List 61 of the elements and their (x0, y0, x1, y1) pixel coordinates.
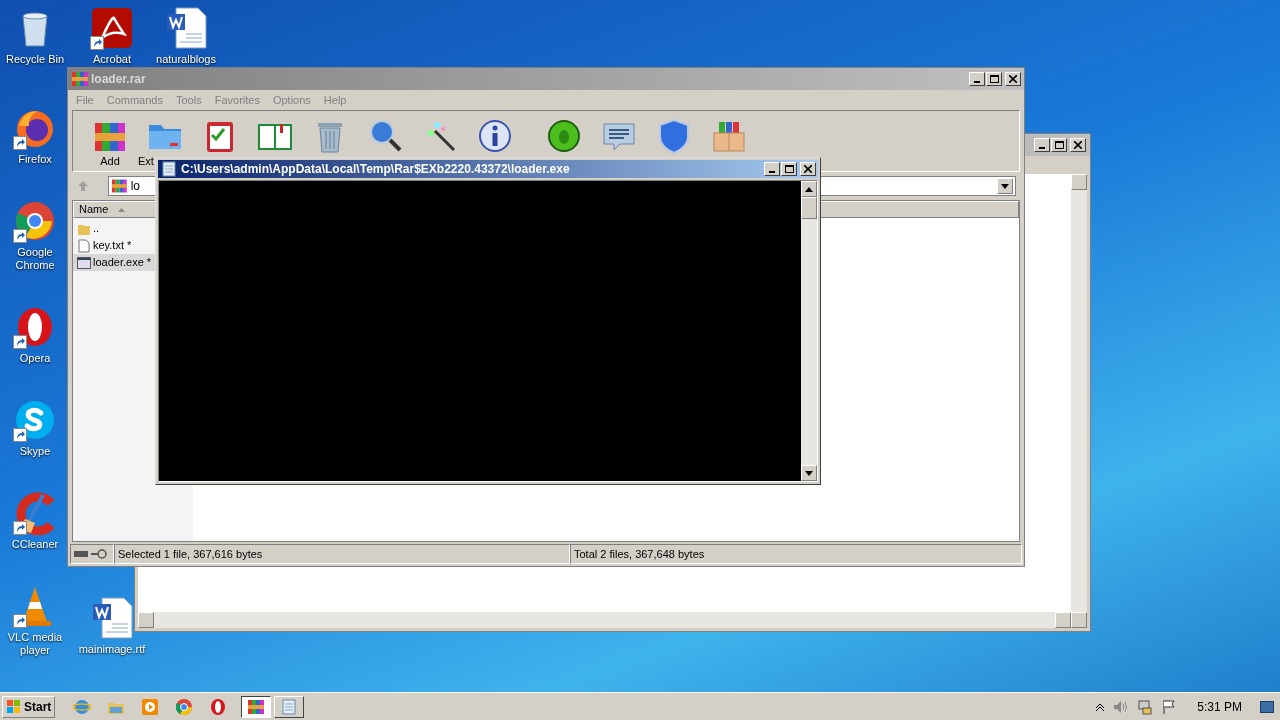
minimize-button[interactable] (969, 72, 985, 86)
archive-books-icon (247, 697, 266, 716)
horizontal-scrollbar[interactable] (138, 612, 1071, 628)
notepad-icon (280, 697, 299, 716)
desktop-icon-label[interactable]: naturalblogs (156, 53, 216, 66)
network-icon[interactable] (1137, 698, 1154, 715)
minimize-button[interactable] (764, 162, 780, 176)
maximize-button[interactable] (1051, 138, 1067, 152)
windows-logo-icon (6, 698, 22, 715)
desktop-icon-label[interactable]: CCleaner (11, 538, 59, 551)
desktop-icon-label[interactable]: Acrobat (93, 53, 131, 66)
chrome-icon[interactable] (175, 697, 194, 716)
scroll-down-icon[interactable] (805, 470, 813, 476)
status-text: Total 2 files, 367,648 bytes (570, 544, 1022, 564)
desktop-icon-label[interactable]: Firefox (18, 153, 52, 166)
desktop-icon-label[interactable]: VLC media player (3, 631, 67, 657)
start-button[interactable]: Start (2, 695, 56, 718)
toolbar-label[interactable]: Add (100, 155, 120, 168)
vertical-scrollbar[interactable] (1071, 174, 1087, 628)
word-document-icon (164, 6, 208, 50)
status-text: Selected 1 file, 367,616 bytes (114, 544, 570, 564)
file-row[interactable]: key.txt * (73, 237, 155, 254)
column-header[interactable]: Name (74, 202, 154, 217)
close-button[interactable] (1070, 138, 1086, 152)
maximize-button[interactable] (781, 162, 797, 176)
close-icon (1074, 141, 1082, 149)
info-icon[interactable] (476, 117, 514, 155)
file-row[interactable]: .. (73, 220, 155, 237)
close-icon (1009, 75, 1017, 83)
desktop-icon-label[interactable]: Opera (19, 352, 51, 365)
window-title: loader.rar (91, 71, 146, 88)
sort-arrow-icon (118, 207, 126, 212)
desktop-icon-label[interactable]: Google Chrome (3, 246, 67, 272)
close-button[interactable] (1005, 72, 1021, 86)
window-title: C:\Users\admin\AppData\Local\Temp\Rar$EXb2220.43372\loader.exe (181, 161, 570, 178)
chrome-icon (13, 199, 57, 243)
flag-icon[interactable] (1161, 698, 1178, 715)
taskbar-button[interactable] (241, 695, 272, 718)
skype-icon (13, 398, 57, 442)
vertical-scrollbar[interactable] (801, 181, 817, 481)
maximize-button[interactable] (986, 72, 1002, 86)
chevron-up-icon[interactable] (1095, 701, 1106, 712)
close-button[interactable] (800, 162, 816, 176)
notepad-icon (160, 160, 178, 178)
archive-books-icon (71, 70, 89, 88)
document-icon (77, 238, 91, 253)
program-window-icon (77, 255, 91, 270)
clock[interactable]: 5:31 PM (1197, 697, 1242, 716)
pdf-document-icon (90, 6, 134, 50)
opera-icon[interactable] (209, 697, 228, 716)
scroll-thumb[interactable] (801, 197, 817, 219)
desktop-icon-label[interactable]: mainimage.rtf (78, 643, 146, 656)
key-icon (91, 549, 107, 559)
toolbar-label[interactable]: Ext (138, 155, 154, 168)
show-desktop-button[interactable] (1260, 700, 1274, 713)
word-document-icon (90, 596, 134, 640)
desktop-icon-label[interactable]: Skype (19, 445, 51, 458)
minimize-button[interactable] (1034, 138, 1050, 152)
close-icon (804, 165, 812, 173)
desktop-icon-label[interactable]: Recycle Bin (5, 53, 65, 66)
file-row[interactable]: loader.exe * (73, 254, 155, 271)
